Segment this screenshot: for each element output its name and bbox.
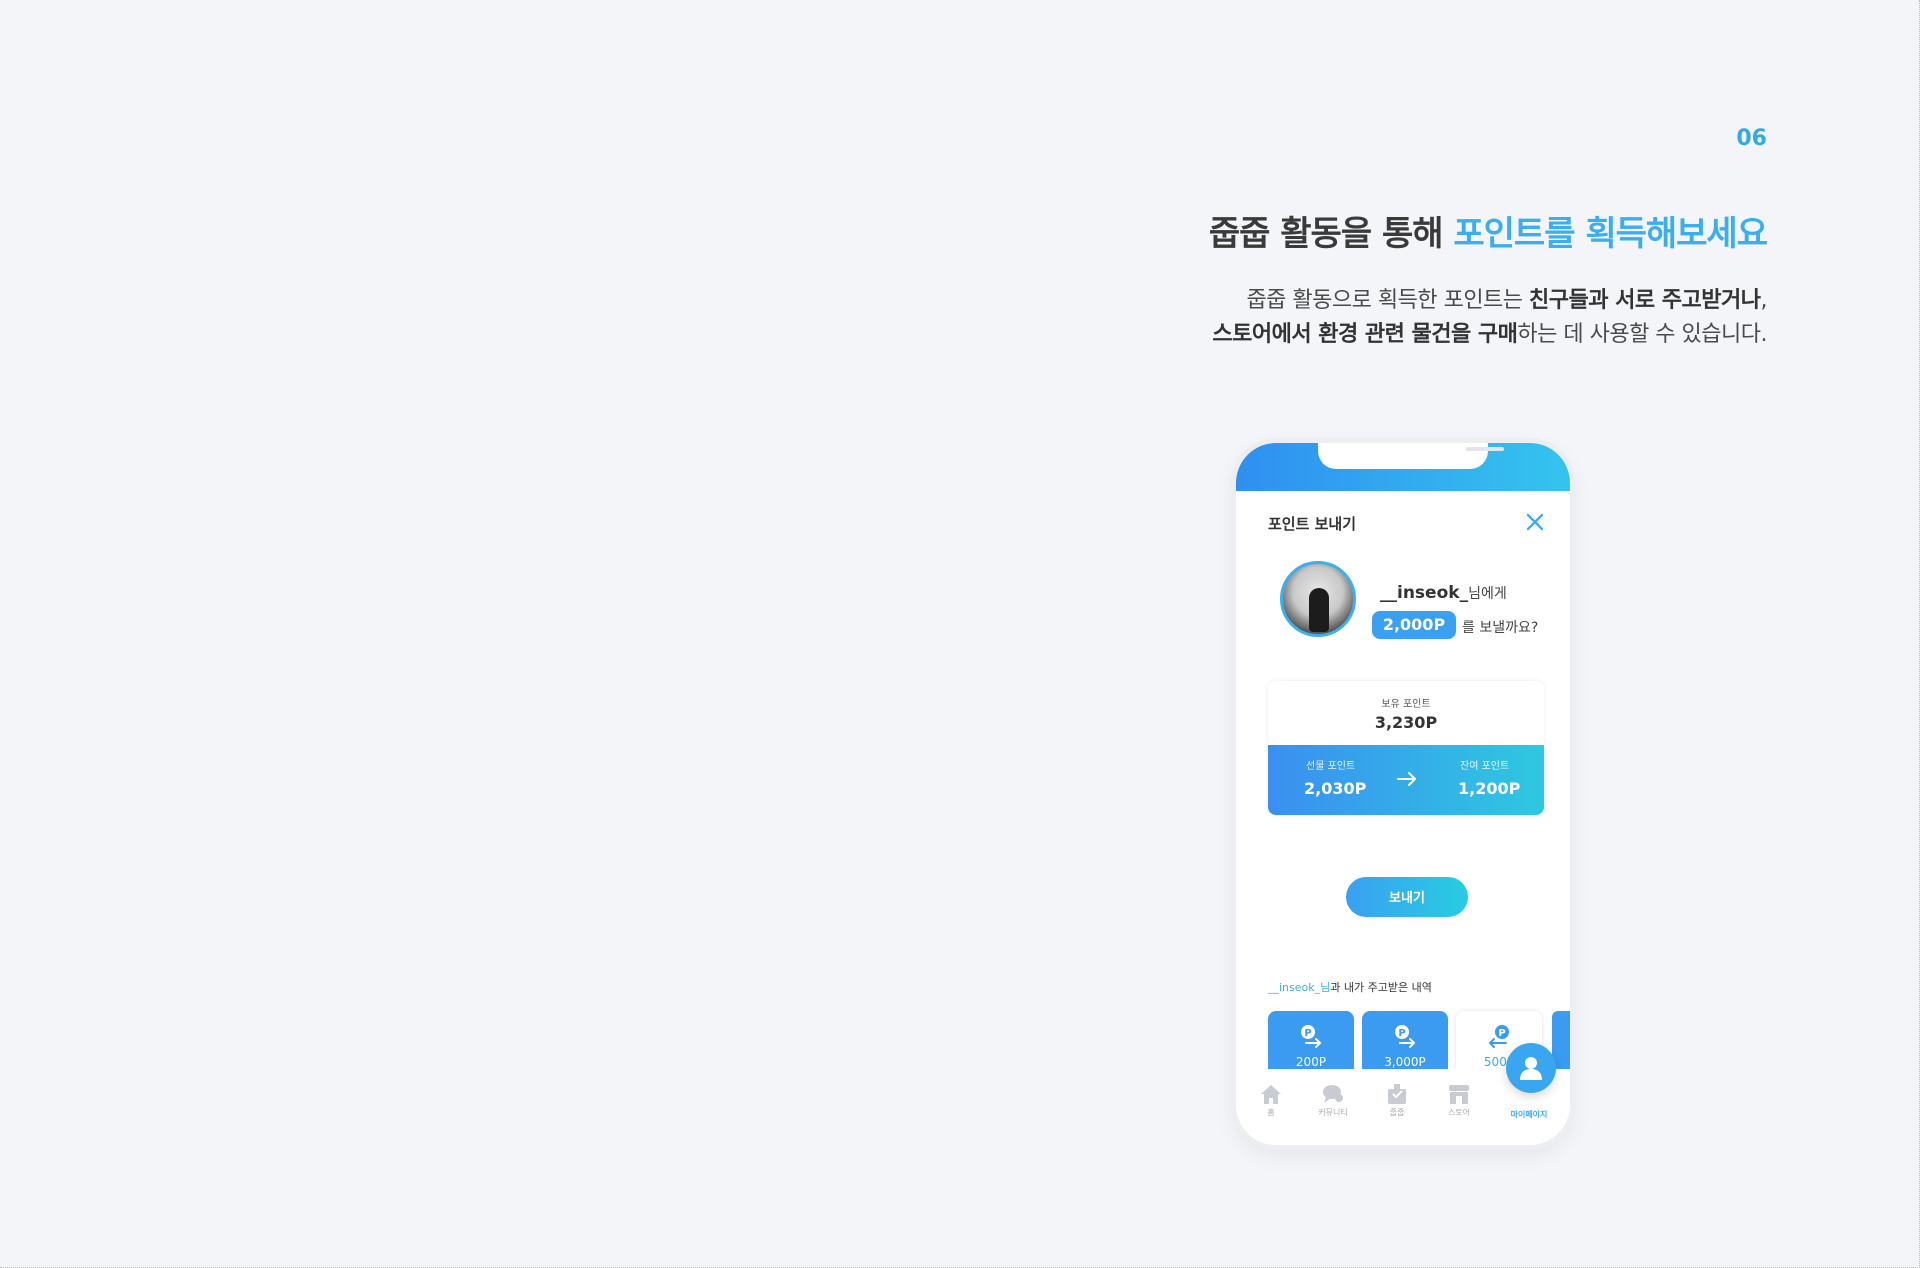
phone-mockup: 포인트 보내기 __inseok_님에게 2,000P 를 보낼까요? 보유 포…: [1236, 443, 1570, 1145]
tab-label: 스토어: [1447, 1108, 1471, 1117]
tab-label: 커뮤니티: [1318, 1108, 1348, 1117]
points-summary-strip: 선물 포인트 2,030P 잔여 포인트 1,200P: [1268, 745, 1544, 815]
avatar: [1280, 561, 1356, 637]
tab-pickup[interactable]: 줍줍: [1372, 1083, 1422, 1118]
point-sent-icon: P: [1301, 1025, 1322, 1048]
tab-community[interactable]: 커뮤니티: [1308, 1083, 1358, 1118]
home-icon: [1261, 1085, 1281, 1104]
tab-mypage[interactable]: 마이페이지: [1504, 1107, 1554, 1120]
close-icon[interactable]: [1524, 511, 1546, 533]
remain-points-value: 1,200P: [1458, 779, 1521, 798]
desc-bold-2: 스토어에서 환경 관련 물건을 구매: [1212, 322, 1518, 347]
history-title-rest: 과 내가 주고받은 내역: [1330, 981, 1432, 994]
screen-title: 포인트 보내기: [1268, 515, 1357, 533]
send-button[interactable]: 보내기: [1346, 877, 1468, 917]
phone-notch: [1318, 443, 1504, 469]
desc-comma: ,: [1760, 288, 1768, 313]
headline-accent: 포인트를 획득해보세요: [1453, 214, 1768, 254]
history-title: __inseok_님과 내가 주고받은 내역: [1268, 979, 1432, 995]
phone-side-button: [1231, 676, 1235, 722]
svg-text:P: P: [1398, 1028, 1405, 1039]
point-received-icon: P: [1488, 1025, 1509, 1048]
phone-side-button: [1231, 572, 1235, 594]
history-amount: 3,000P: [1384, 1055, 1426, 1069]
page-number: 06: [1736, 126, 1767, 151]
desc-bold: 친구들과 서로 주고받거나: [1529, 288, 1761, 313]
point-sent-icon: P: [1395, 1025, 1416, 1048]
remain-points-label: 잔여 포인트: [1460, 761, 1510, 772]
amount-pill[interactable]: 2,000P: [1372, 611, 1456, 639]
store-icon: [1449, 1085, 1469, 1104]
description: 줍줍 활동으로 획득한 포인트는 친구들과 서로 주고받거나, 스토어에서 환경…: [1212, 284, 1767, 352]
desc-plain: 줍줍 활동으로 획득한 포인트는: [1246, 288, 1530, 313]
chat-icon: [1323, 1085, 1343, 1103]
recipient-suffix: 님에게: [1468, 586, 1507, 602]
user-icon: [1520, 1057, 1542, 1080]
description-line-2: 스토어에서 환경 관련 물건을 구매하는 데 사용할 수 있습니다.: [1212, 318, 1767, 352]
desc-plain-2: 하는 데 사용할 수 있습니다.: [1517, 322, 1767, 347]
history-amount: 200P: [1295, 1055, 1327, 1069]
tab-label: 마이페이지: [1510, 1110, 1548, 1119]
pickup-icon: [1388, 1084, 1406, 1104]
arrow-right-icon: [1397, 772, 1416, 786]
svg-text:P: P: [1304, 1028, 1311, 1039]
phone-side-button: [1231, 614, 1235, 660]
gift-points-label: 선물 포인트: [1306, 761, 1356, 772]
history-user: __inseok_님: [1268, 981, 1331, 994]
tab-label: 홈: [1267, 1108, 1275, 1117]
tab-store[interactable]: 스토어: [1434, 1083, 1484, 1118]
mypage-fab-button[interactable]: [1506, 1043, 1556, 1093]
avatar-figure: [1309, 588, 1329, 632]
svg-text:P: P: [1498, 1028, 1505, 1039]
balance-value: 3,230P: [1374, 713, 1438, 732]
description-line-1: 줍줍 활동으로 획득한 포인트는 친구들과 서로 주고받거나,: [1212, 284, 1767, 318]
balance-card: 보유 포인트 3,230P 선물 포인트 2,030P 잔여 포인트 1,200…: [1268, 681, 1544, 815]
headline: 줍줍 활동을 통해 포인트를 획득해보세요: [1208, 206, 1768, 255]
recipient-name: __inseok_: [1380, 583, 1469, 603]
tab-label: 줍줍: [1389, 1108, 1405, 1117]
balance-label: 보유 포인트: [1381, 699, 1431, 710]
send-question: 를 보낼까요?: [1462, 620, 1539, 636]
headline-plain: 줍줍 활동을 통해: [1208, 214, 1454, 254]
recipient: __inseok_님에게: [1380, 583, 1507, 603]
speaker-bar: [1466, 447, 1504, 451]
gift-points-value: 2,030P: [1304, 779, 1367, 798]
tab-home[interactable]: 홈: [1246, 1083, 1296, 1118]
